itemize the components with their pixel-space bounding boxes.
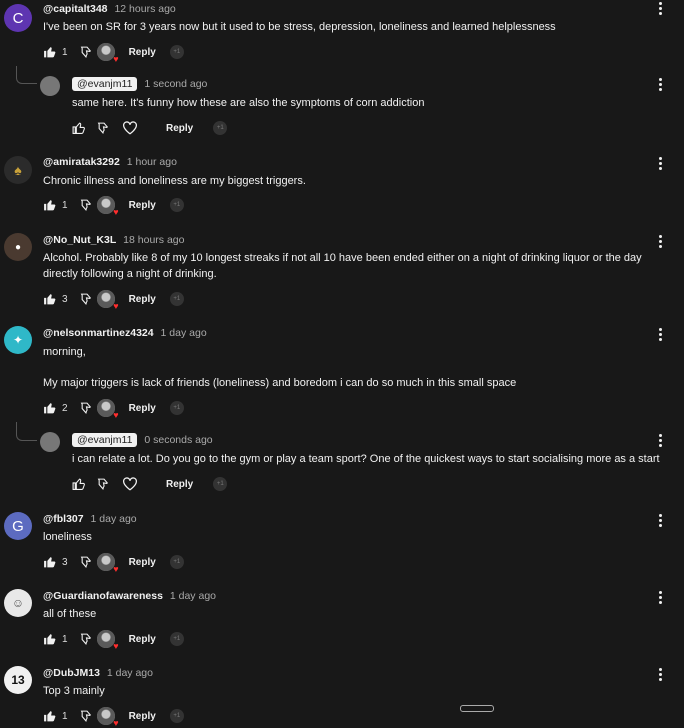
home-indicator[interactable] bbox=[460, 705, 494, 712]
thumbs-down-icon[interactable] bbox=[80, 556, 93, 568]
like-count: 2 bbox=[62, 402, 68, 414]
comment-text: My major triggers is lack of friends (lo… bbox=[43, 377, 517, 389]
more-vertical-icon[interactable] bbox=[659, 434, 662, 449]
thumbs-up-icon[interactable] bbox=[43, 293, 56, 305]
thumbs-down-icon[interactable] bbox=[80, 710, 93, 722]
avatar[interactable] bbox=[40, 76, 60, 96]
comment-time[interactable]: 1 day ago bbox=[161, 327, 207, 339]
plus-one-icon[interactable]: +1 bbox=[169, 292, 184, 306]
comment-time[interactable]: 1 second ago bbox=[144, 78, 207, 90]
reply-button[interactable]: Reply bbox=[129, 294, 156, 305]
thumbs-up-icon[interactable] bbox=[43, 46, 56, 58]
comment-text: i can relate a lot. Do you go to the gym… bbox=[72, 453, 660, 465]
thumbs-up-icon[interactable] bbox=[43, 199, 56, 211]
creator-heart-icon: ♥ bbox=[96, 43, 119, 64]
more-vertical-icon[interactable] bbox=[659, 78, 662, 93]
like-count: 1 bbox=[62, 633, 68, 645]
more-vertical-icon[interactable] bbox=[659, 328, 662, 343]
avatar[interactable]: ✦ bbox=[4, 326, 32, 354]
comment-author[interactable]: @evanjm11 bbox=[72, 77, 138, 91]
avatar[interactable]: 13 bbox=[4, 666, 32, 694]
creator-heart-icon: ♥ bbox=[96, 707, 119, 728]
thumbs-down-icon[interactable] bbox=[80, 402, 93, 414]
plus-one-icon[interactable]: +1 bbox=[169, 632, 184, 646]
comment-author[interactable]: @No_Nut_K3L bbox=[43, 234, 116, 246]
avatar[interactable]: ♠ bbox=[4, 156, 32, 184]
thread-connector bbox=[16, 66, 37, 84]
thumbs-up-icon[interactable] bbox=[43, 556, 56, 568]
reply-button[interactable]: Reply bbox=[129, 403, 156, 414]
comment-author[interactable]: @DubJM13 bbox=[43, 667, 100, 679]
like-count: 3 bbox=[62, 556, 68, 568]
avatar[interactable]: ● bbox=[4, 233, 32, 261]
comment-text: same here. It's funny how these are also… bbox=[72, 97, 425, 109]
comment-time[interactable]: 1 day ago bbox=[107, 667, 153, 679]
comment-text: Alcohol. Probably like 8 of my 10 longes… bbox=[43, 252, 642, 280]
thumbs-down-icon[interactable] bbox=[80, 633, 93, 645]
creator-heart-icon: ♥ bbox=[96, 399, 119, 420]
comment-text: morning, bbox=[43, 346, 86, 358]
plus-one-icon[interactable]: +1 bbox=[169, 555, 184, 569]
heart-icon[interactable] bbox=[122, 477, 138, 491]
thumbs-down-icon[interactable] bbox=[80, 293, 93, 305]
comment-text: Chronic illness and loneliness are my bi… bbox=[43, 175, 306, 187]
comment-author[interactable]: @Guardianofawareness bbox=[43, 590, 163, 602]
comment-time[interactable]: 0 seconds ago bbox=[144, 434, 212, 446]
avatar[interactable]: G bbox=[4, 512, 32, 540]
like-count: 3 bbox=[62, 293, 68, 305]
more-vertical-icon[interactable] bbox=[659, 2, 662, 17]
creator-heart-icon: ♥ bbox=[96, 553, 119, 574]
comment-author[interactable]: @amiratak3292 bbox=[43, 156, 120, 168]
plus-one-icon[interactable]: +1 bbox=[169, 45, 184, 59]
like-count: 1 bbox=[62, 46, 68, 58]
reply-button[interactable]: Reply bbox=[129, 200, 156, 211]
thumbs-down-icon[interactable] bbox=[97, 122, 110, 134]
more-vertical-icon[interactable] bbox=[659, 591, 662, 606]
thumbs-down-icon[interactable] bbox=[97, 478, 110, 490]
comment-text: all of these bbox=[43, 608, 97, 620]
comment-time[interactable]: 1 day ago bbox=[170, 590, 216, 602]
creator-heart-icon: ♥ bbox=[96, 196, 119, 217]
reply-button[interactable]: Reply bbox=[166, 123, 193, 134]
comment-author[interactable]: @fbl307 bbox=[43, 513, 84, 525]
creator-heart-icon: ♥ bbox=[96, 630, 119, 651]
more-vertical-icon[interactable] bbox=[659, 235, 662, 250]
comment-time[interactable]: 1 hour ago bbox=[127, 156, 177, 168]
thumbs-up-icon[interactable] bbox=[72, 478, 85, 490]
comment-author[interactable]: @nelsonmartinez4324 bbox=[43, 327, 154, 339]
reply-button[interactable]: Reply bbox=[166, 479, 193, 490]
avatar[interactable] bbox=[40, 432, 60, 452]
comment-author[interactable]: @evanjm11 bbox=[72, 433, 138, 447]
like-count: 1 bbox=[62, 199, 68, 211]
plus-one-icon[interactable]: +1 bbox=[213, 121, 228, 135]
thumbs-up-icon[interactable] bbox=[72, 122, 85, 134]
comment-author[interactable]: @capitalt348 bbox=[43, 3, 108, 15]
comment-time[interactable]: 18 hours ago bbox=[123, 234, 184, 246]
comment-text: Top 3 mainly bbox=[43, 685, 105, 697]
plus-one-icon[interactable]: +1 bbox=[169, 198, 184, 212]
thumbs-up-icon[interactable] bbox=[43, 402, 56, 414]
plus-one-icon[interactable]: +1 bbox=[169, 709, 184, 723]
thumbs-up-icon[interactable] bbox=[43, 633, 56, 645]
reply-button[interactable]: Reply bbox=[129, 557, 156, 568]
creator-heart-icon: ♥ bbox=[96, 290, 119, 311]
more-vertical-icon[interactable] bbox=[659, 668, 662, 683]
comment-text: I've been on SR for 3 years now but it u… bbox=[43, 21, 556, 33]
thread-connector bbox=[16, 422, 37, 441]
comment-time[interactable]: 12 hours ago bbox=[114, 3, 175, 15]
heart-icon[interactable] bbox=[122, 121, 138, 135]
thumbs-down-icon[interactable] bbox=[80, 46, 93, 58]
avatar[interactable]: C bbox=[4, 4, 32, 32]
avatar[interactable]: ☺ bbox=[4, 589, 32, 617]
more-vertical-icon[interactable] bbox=[659, 514, 662, 529]
reply-button[interactable]: Reply bbox=[129, 634, 156, 645]
more-vertical-icon[interactable] bbox=[659, 157, 662, 172]
reply-button[interactable]: Reply bbox=[129, 47, 156, 58]
thumbs-up-icon[interactable] bbox=[43, 710, 56, 722]
comment-time[interactable]: 1 day ago bbox=[91, 513, 137, 525]
plus-one-icon[interactable]: +1 bbox=[213, 477, 228, 491]
comment-text: loneliness bbox=[43, 531, 92, 543]
thumbs-down-icon[interactable] bbox=[80, 199, 93, 211]
plus-one-icon[interactable]: +1 bbox=[169, 401, 184, 415]
